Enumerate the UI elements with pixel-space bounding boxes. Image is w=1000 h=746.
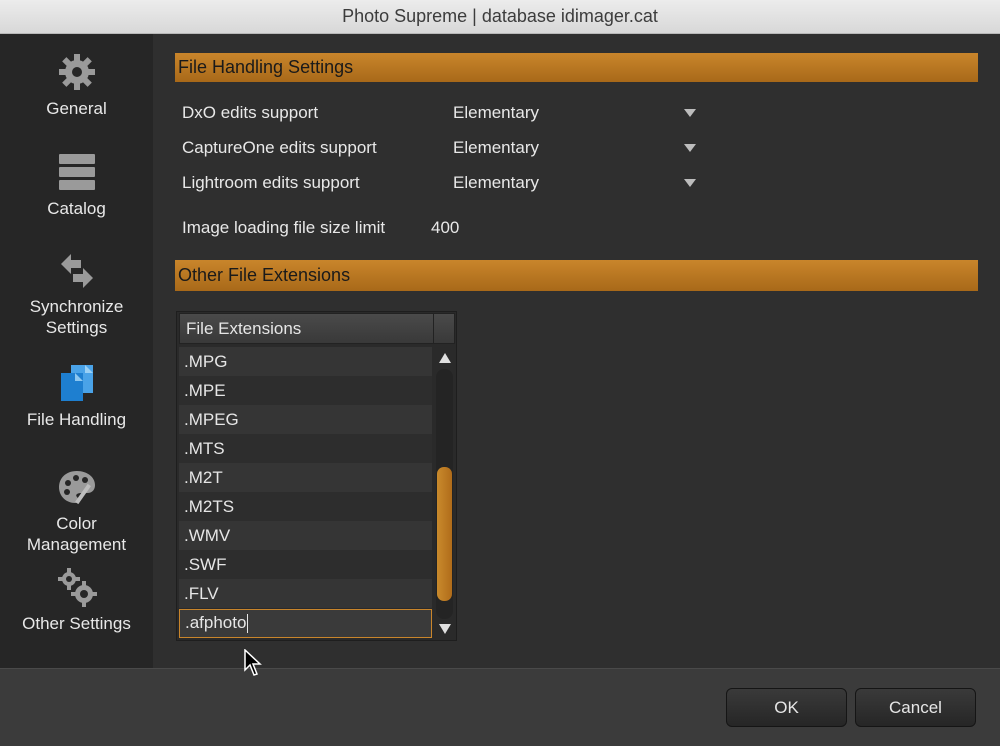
file-size-limit-label: Image loading file size limit	[182, 218, 386, 237]
sidebar: General Catalog Synchronize Settings Fil…	[0, 34, 153, 668]
text-caret	[247, 614, 249, 634]
ok-button[interactable]: OK	[726, 688, 847, 727]
list-item[interactable]: .SWF	[179, 550, 432, 579]
list-item[interactable]: .MPG	[179, 347, 432, 376]
list-item[interactable]: .MPE	[179, 376, 432, 405]
other-extensions-header: Other File Extensions	[175, 260, 978, 291]
lightroom-edits-label: Lightroom edits support	[182, 173, 360, 192]
scroll-thumb[interactable]	[437, 467, 452, 601]
file-size-limit-input[interactable]: 400	[431, 218, 459, 238]
dxo-edits-select[interactable]: Elementary	[453, 103, 539, 123]
dialog-footer: OK Cancel	[0, 668, 1000, 746]
scroll-down-arrow-icon[interactable]	[439, 624, 451, 634]
sidebar-item-label-line2: Management	[26, 535, 127, 554]
file-extensions-column-header[interactable]: File Extensions	[179, 313, 434, 344]
dxo-edits-label: DxO edits support	[182, 103, 319, 122]
stack-icon	[58, 154, 95, 190]
sidebar-item-catalog[interactable]: Catalog	[0, 152, 153, 219]
lightroom-edits-dropdown-arrow-icon[interactable]	[684, 179, 696, 187]
file-handling-header: File Handling Settings	[175, 53, 978, 82]
files-icon	[60, 365, 93, 401]
list-item[interactable]: .FLV	[179, 579, 432, 608]
captureone-edits-label: CaptureOne edits support	[182, 138, 377, 157]
sidebar-item-label: Catalog	[47, 199, 106, 218]
file-extensions-list: File Extensions .MPG .MPE .MPEG .MTS .M2…	[176, 311, 457, 641]
sync-arrows-icon	[60, 254, 93, 288]
sidebar-item-label: Other Settings	[22, 614, 131, 633]
file-extensions-rows: .MPG .MPE .MPEG .MTS .M2T .M2TS .WMV .SW…	[179, 347, 432, 638]
sidebar-item-other-settings[interactable]: Other Settings	[0, 567, 153, 634]
list-scrollbar[interactable]	[434, 347, 455, 639]
sidebar-item-label-line2: Settings	[45, 318, 108, 337]
sidebar-item-label: General	[46, 99, 107, 118]
sidebar-item-color-management[interactable]: Color Management	[0, 467, 153, 555]
list-item[interactable]: .MPEG	[179, 405, 432, 434]
sidebar-item-label-line1: Synchronize	[29, 297, 124, 316]
sidebar-item-label: File Handling	[26, 410, 127, 429]
sidebar-item-general[interactable]: General	[0, 52, 153, 119]
sidebar-item-file-handling[interactable]: File Handling	[0, 363, 153, 430]
window-titlebar: Photo Supreme | database idimager.cat	[0, 0, 1000, 34]
column-header-filler	[433, 313, 455, 344]
dxo-edits-dropdown-arrow-icon[interactable]	[684, 109, 696, 117]
settings-panel: File Handling Settings DxO edits support…	[153, 34, 1000, 668]
list-item[interactable]: .M2T	[179, 463, 432, 492]
lightroom-edits-select[interactable]: Elementary	[453, 173, 539, 193]
gears-icon	[57, 568, 97, 607]
mouse-pointer-icon	[244, 649, 262, 676]
extension-edit-value: .afphoto	[185, 613, 247, 632]
palette-icon	[58, 471, 95, 505]
window-title: Photo Supreme | database idimager.cat	[342, 6, 658, 26]
list-item[interactable]: .M2TS	[179, 492, 432, 521]
captureone-edits-select[interactable]: Elementary	[453, 138, 539, 158]
extension-edit-field[interactable]: .afphoto	[179, 609, 432, 638]
gear-icon	[58, 54, 95, 90]
cancel-button[interactable]: Cancel	[855, 688, 976, 727]
list-item[interactable]: .MTS	[179, 434, 432, 463]
captureone-edits-dropdown-arrow-icon[interactable]	[684, 144, 696, 152]
list-item[interactable]: .WMV	[179, 521, 432, 550]
scroll-up-arrow-icon[interactable]	[439, 353, 451, 363]
sidebar-item-synchronize-settings[interactable]: Synchronize Settings	[0, 252, 153, 338]
sidebar-item-label-line1: Color	[56, 514, 97, 533]
